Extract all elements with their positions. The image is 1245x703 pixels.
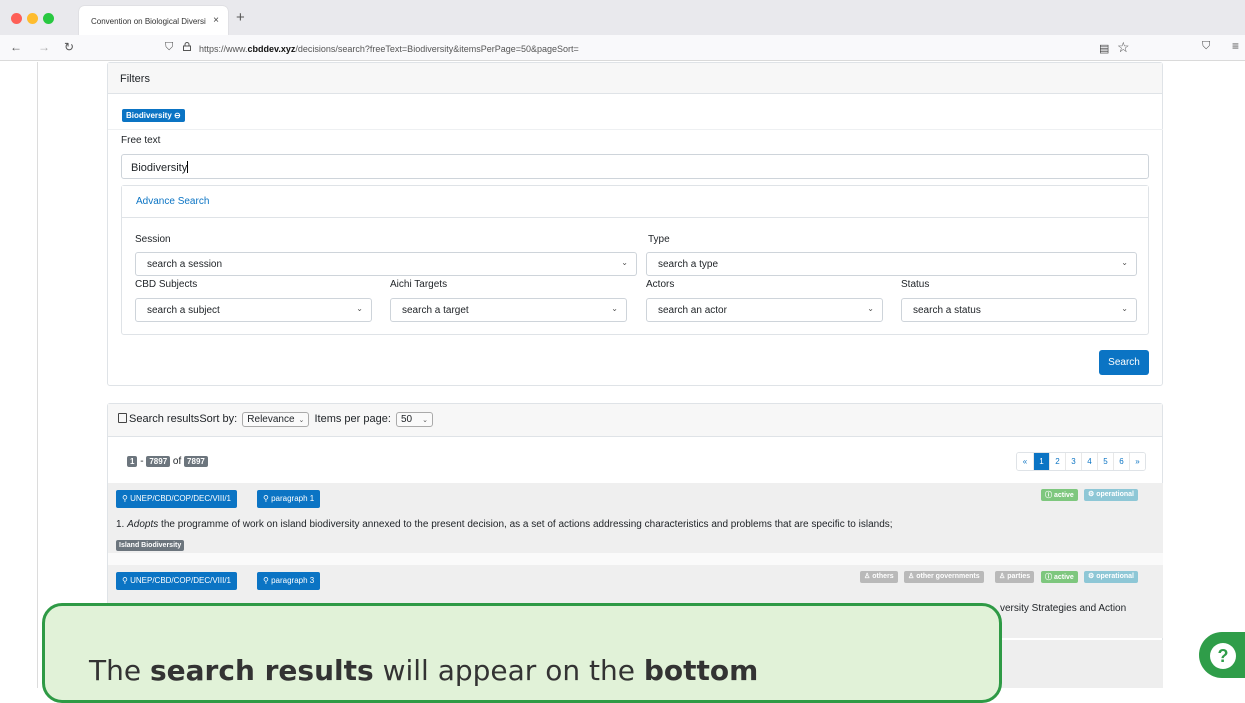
actors-label: Actors [646,279,675,290]
tutorial-callout: The search results will appear on the bo… [42,603,1002,703]
page-2-button[interactable]: 2 [1049,453,1065,470]
chevron-down-icon: ⌄ [611,304,618,313]
tracking-shield-icon[interactable]: ⛉ [165,41,173,54]
help-button[interactable]: ? [1199,632,1245,678]
browser-tab-bar: Convention on Biological Diversity × + [0,0,1245,35]
help-icon: ? [1210,643,1236,669]
actor-badge-others: ♙ others [860,571,898,583]
chevron-down-icon: ⌄ [867,304,874,313]
chevron-down-icon: ⌄ [621,258,628,267]
pagination: « 1 2 3 4 5 6 » [1016,452,1146,471]
status-badge-active: ⓘ active [1041,489,1078,501]
search-button[interactable]: Search [1099,350,1149,375]
hamburger-menu-icon[interactable]: ≡ [1232,39,1239,53]
page-left-border [37,62,38,688]
search-results-label: Search results [129,413,200,425]
reload-icon[interactable]: ↻ [64,40,74,54]
result-text: versity Strategies and Action [1000,603,1127,614]
lock-icon[interactable] [183,42,191,51]
cbd-subjects-select[interactable]: search a subject ⌄ [135,298,372,322]
decision-link-button[interactable]: ⚲ UNEP/CBD/COP/DEC/VIII/1 [116,572,238,590]
total-badge: 7897 [184,456,208,467]
decision-link-button[interactable]: ⚲ UNEP/CBD/COP/DEC/VIII/1 [116,490,238,508]
session-label: Session [135,234,171,245]
new-tab-button[interactable]: + [236,9,245,26]
status-label: Status [901,279,930,290]
page-3-button[interactable]: 3 [1065,453,1081,470]
remove-chip-icon[interactable]: ⊖ [174,111,181,120]
close-window-button[interactable] [11,13,22,24]
divider [108,553,1163,565]
actor-badge-parties: ♙ parties [995,571,1035,583]
forward-icon[interactable]: → [38,40,50,54]
search-icon: ⚲ [263,494,269,503]
advance-search-toggle[interactable]: Advance Search [122,186,1148,218]
free-text-input[interactable]: Biodiversity [121,154,1149,179]
page-5-button[interactable]: 5 [1097,453,1113,470]
actor-badge-other-governments: ♙ other governments [904,571,984,583]
minimize-window-button[interactable] [27,13,38,24]
items-per-page-label: Items per page: [314,413,391,425]
paragraph-link-button[interactable]: ⚲ paragraph 3 [257,572,321,590]
tab-close-icon[interactable]: × [213,15,219,26]
page-prev-button[interactable]: « [1017,453,1033,470]
reader-view-icon[interactable]: ▤ [1099,42,1109,55]
advance-search-panel: Advance Search Session search a session ⌄… [121,185,1149,335]
status-badge-operational: ⚙ operational [1084,489,1138,501]
url-bar[interactable]: ⛉ https://www.cbddev.xyz/decisions/searc… [155,38,1175,58]
chevron-down-icon: ⌄ [422,417,428,424]
browser-tab[interactable]: Convention on Biological Diversity × [79,6,228,35]
paragraph-link-button[interactable]: ⚲ paragraph 1 [257,490,321,508]
type-label: Type [648,234,670,245]
bookmark-star-icon[interactable]: ☆ [1117,39,1130,56]
back-icon[interactable]: ← [10,40,22,54]
chevron-down-icon: ⌄ [356,304,363,313]
active-filter-chip[interactable]: Biodiversity ⊖ [122,109,185,122]
browser-nav-bar: ← → ↻ ⛉ https://www.cbddev.xyz/decisions… [0,35,1245,61]
url-text[interactable]: https://www.cbddev.xyz/decisions/search?… [199,44,579,54]
page-1-button[interactable]: 1 [1033,453,1049,470]
result-count: 1 - 7897 of 7897 [127,456,208,467]
session-select[interactable]: search a session ⌄ [135,252,637,276]
status-badge-operational: ⚙ operational [1084,571,1138,583]
filters-card: Filters Biodiversity ⊖ Free text Biodive… [107,62,1163,386]
sort-select[interactable]: Relevance ⌄ [242,412,310,427]
aichi-targets-label: Aichi Targets [390,279,448,290]
filters-header: Filters [108,63,1162,94]
aichi-targets-select[interactable]: search a target ⌄ [390,298,627,322]
actors-select[interactable]: search an actor ⌄ [646,298,883,322]
free-text-label: Free text [121,135,161,146]
status-badge-active: ⓘ active [1041,571,1078,583]
chevron-down-icon: ⌄ [1121,258,1128,267]
result-item: ⚲ UNEP/CBD/COP/DEC/VIII/1 ⚲ paragraph 1 … [108,483,1163,553]
page-4-button[interactable]: 4 [1081,453,1097,470]
items-per-page-select[interactable]: 50 ⌄ [395,412,433,427]
pocket-icon[interactable]: ⛉ [1202,40,1210,53]
result-text: 1. Adopts the programme of work on islan… [116,519,893,530]
results-header: Search resultsSort by: Relevance ⌄ Items … [108,404,1162,437]
chevron-down-icon: ⌄ [298,417,305,424]
range-start-badge: 1 [127,456,138,467]
page-6-button[interactable]: 6 [1113,453,1129,470]
chevron-down-icon: ⌄ [1121,304,1128,313]
maximize-window-button[interactable] [43,13,54,24]
search-icon: ⚲ [122,576,128,585]
tab-title: Convention on Biological Diversity [91,17,206,27]
divider [108,129,1163,130]
type-select[interactable]: search a type ⌄ [646,252,1137,276]
copy-icon [118,413,127,423]
search-icon: ⚲ [263,576,269,585]
search-icon: ⚲ [122,494,128,503]
range-end-badge: 7897 [146,456,171,467]
sort-by-label: Sort by: [199,413,238,425]
cbd-subjects-label: CBD Subjects [135,279,198,290]
subject-tag[interactable]: Island Biodiversity [116,540,185,551]
status-select[interactable]: search a status ⌄ [901,298,1137,322]
page-next-button[interactable]: » [1129,453,1145,470]
